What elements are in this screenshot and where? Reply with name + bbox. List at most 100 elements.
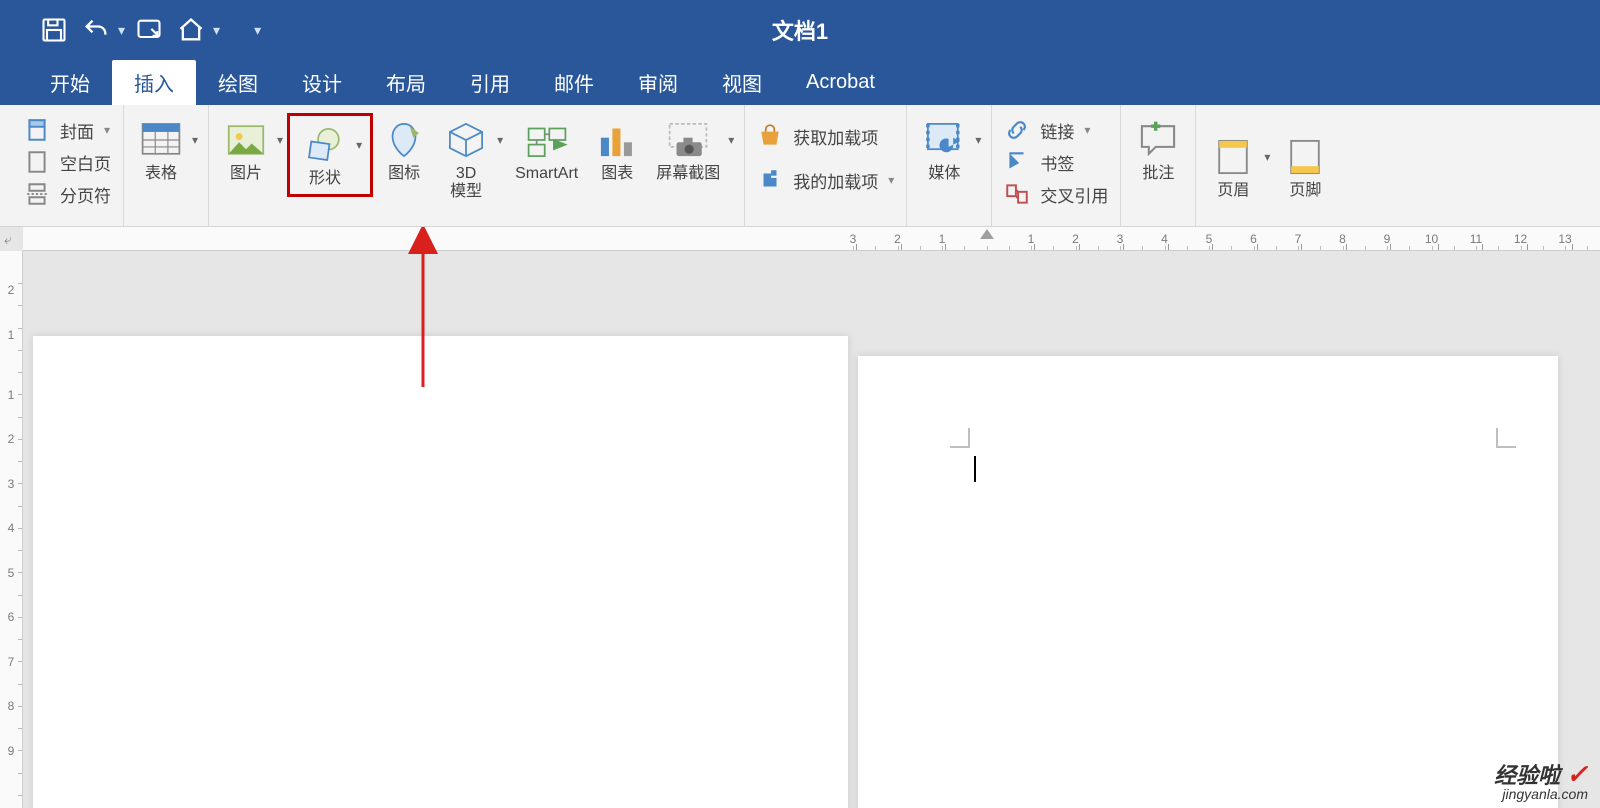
tab-view[interactable]: 视图 <box>700 60 784 105</box>
3d-models-button[interactable]: 3D 模型 <box>435 113 497 205</box>
save-button[interactable] <box>36 12 72 48</box>
table-button[interactable]: 表格 <box>130 113 192 187</box>
smartart-icon <box>524 117 570 163</box>
chart-button[interactable]: 图表 <box>586 113 648 187</box>
undo-dropdown-icon[interactable]: ▾ <box>118 22 125 39</box>
crossref-icon <box>1004 181 1030 207</box>
blank-page-button[interactable]: 空白页 <box>24 149 111 175</box>
bookmark-icon <box>1004 149 1030 175</box>
header-button[interactable]: 页眉 <box>1202 130 1264 204</box>
watermark: 经验啦 ✓ jingyanla.com <box>1494 758 1588 802</box>
page-break-icon <box>24 181 50 207</box>
media-label: 媒体 <box>928 165 960 183</box>
paragraph-mark-icon: ⤶ <box>4 231 12 248</box>
tab-insert[interactable]: 插入 <box>112 60 196 105</box>
my-addins-label: 我的加载项 <box>793 168 878 193</box>
group-comments: 批注 <box>1121 105 1196 226</box>
page-area[interactable] <box>23 251 1600 808</box>
table-icon <box>138 117 184 163</box>
header-icon <box>1210 134 1256 180</box>
group-links: 链接 ▾ 书签 交叉引用 <box>992 105 1121 226</box>
cube-icon <box>443 117 489 163</box>
tab-acrobat[interactable]: Acrobat <box>784 60 897 105</box>
tab-home[interactable]: 开始 <box>28 60 112 105</box>
vertical-ruler[interactable]: 21123456789 <box>0 251 23 808</box>
store-icon <box>757 123 783 149</box>
chart-label: 图表 <box>601 165 633 183</box>
comment-button[interactable]: 批注 <box>1127 113 1189 187</box>
link-button[interactable]: 链接 ▾ <box>1004 117 1108 143</box>
chevron-down-icon[interactable]: ▾ <box>277 113 287 147</box>
home-dropdown-icon[interactable]: ▾ <box>213 22 220 39</box>
my-addins-button[interactable]: 我的加载项 ▾ <box>757 167 894 193</box>
3d-label-2: 模型 <box>450 183 482 201</box>
get-addins-button[interactable]: 获取加载项 <box>757 123 894 149</box>
document-page <box>858 356 1558 808</box>
horizontal-ruler[interactable]: 32112345678910111213141516 <box>23 227 1600 251</box>
link-label: 链接 <box>1040 118 1074 143</box>
home-button[interactable] <box>173 12 209 48</box>
pictures-button[interactable]: 图片 <box>215 113 277 187</box>
margin-corner-icon <box>1496 428 1516 448</box>
chevron-down-icon[interactable]: ▾ <box>1264 130 1274 164</box>
titlebar: ▾ ▾ ▾ 文档1 <box>0 0 1600 60</box>
chart-icon <box>594 117 640 163</box>
blank-page-label: 空白页 <box>60 150 111 175</box>
group-pages: 封面 ▾ 空白页 分页符 <box>12 105 124 226</box>
chevron-down-icon: ▾ <box>888 173 894 187</box>
screenshot-button[interactable]: 屏幕截图 <box>648 113 728 187</box>
blank-page-icon <box>24 149 50 175</box>
chevron-down-icon[interactable]: ▾ <box>192 113 202 147</box>
header-label: 页眉 <box>1217 182 1249 200</box>
cover-page-label: 封面 <box>60 118 94 143</box>
tab-design[interactable]: 设计 <box>280 60 364 105</box>
tab-review[interactable]: 审阅 <box>616 60 700 105</box>
footer-button[interactable]: 页脚 <box>1274 130 1336 204</box>
bookmark-button[interactable]: 书签 <box>1004 149 1108 175</box>
chevron-down-icon[interactable]: ▾ <box>497 113 507 147</box>
bookmark-label: 书签 <box>1040 150 1074 175</box>
annotation-arrow-icon <box>388 227 458 407</box>
document-canvas: ⤶ 32112345678910111213141516 21123456789 <box>0 227 1600 808</box>
chevron-down-icon: ▾ <box>104 123 110 137</box>
crossref-label: 交叉引用 <box>1040 182 1108 207</box>
tab-draw[interactable]: 绘图 <box>196 60 280 105</box>
chevron-down-icon[interactable]: ▾ <box>728 113 738 147</box>
shapes-button[interactable]: 形状 <box>294 118 356 192</box>
comment-label: 批注 <box>1142 165 1174 183</box>
cover-page-button[interactable]: 封面 ▾ <box>24 117 111 143</box>
margin-corner-icon <box>950 428 970 448</box>
tab-layout[interactable]: 布局 <box>364 60 448 105</box>
ribbon-tabs: 开始 插入 绘图 设计 布局 引用 邮件 审阅 视图 Acrobat <box>0 60 1600 105</box>
tab-references[interactable]: 引用 <box>448 60 532 105</box>
quick-access-toolbar: ▾ ▾ ▾ <box>0 12 261 48</box>
icons-label: 图标 <box>388 165 420 183</box>
touch-mode-button[interactable] <box>131 12 167 48</box>
3d-label-1: 3D <box>456 165 476 183</box>
smartart-label: SmartArt <box>515 165 578 183</box>
crossref-button[interactable]: 交叉引用 <box>1004 181 1108 207</box>
shapes-highlighted: 形状 ▾ <box>287 113 373 197</box>
customize-qat-icon[interactable]: ▾ <box>254 22 261 39</box>
smartart-button[interactable]: SmartArt <box>507 113 586 187</box>
cover-page-icon <box>24 117 50 143</box>
group-illustrations: 图片 ▾ 形状 ▾ 图标 3D 模型 <box>209 105 745 226</box>
undo-button[interactable] <box>78 12 114 48</box>
footer-icon <box>1282 134 1328 180</box>
icons-icon <box>381 117 427 163</box>
text-cursor <box>974 456 976 482</box>
page-break-label: 分页符 <box>60 182 111 207</box>
icons-button[interactable]: 图标 <box>373 113 435 187</box>
screenshot-label: 屏幕截图 <box>656 165 720 183</box>
checkmark-icon: ✓ <box>1566 759 1588 789</box>
table-label: 表格 <box>145 165 177 183</box>
chevron-down-icon[interactable]: ▾ <box>356 118 366 152</box>
get-addins-label: 获取加载项 <box>793 124 878 149</box>
page-break-button[interactable]: 分页符 <box>24 181 111 207</box>
tab-mailings[interactable]: 邮件 <box>532 60 616 105</box>
addin-icon <box>757 167 783 193</box>
media-button[interactable]: 媒体 <box>913 113 975 187</box>
group-headerfooter: 页眉 ▾ 页脚 <box>1196 105 1342 226</box>
chevron-down-icon[interactable]: ▾ <box>975 113 985 147</box>
comment-icon <box>1135 117 1181 163</box>
